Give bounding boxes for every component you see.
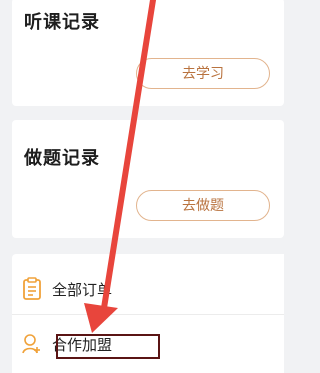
exercise-record-card: 做题记录 去做题 [12,120,284,238]
listen-record-card: 听课记录 去学习 [12,0,284,106]
menu-item-all-orders[interactable]: 全部订单 [12,267,284,311]
exercise-record-title: 做题记录 [24,148,100,169]
menu-item-all-orders-label: 全部订单 [52,281,113,299]
add-user-icon [22,334,40,354]
page: { "listen_record": { "title": "听课记录", "b… [0,0,284,373]
highlight-box [56,334,160,359]
menu-card: 全部订单 合作加盟 [12,254,284,373]
listen-record-title: 听课记录 [24,12,100,33]
go-study-button[interactable]: 去学习 [136,58,270,89]
menu-divider [12,314,284,315]
clipboard-icon [23,277,41,300]
go-exercise-button[interactable]: 去做题 [136,190,270,221]
